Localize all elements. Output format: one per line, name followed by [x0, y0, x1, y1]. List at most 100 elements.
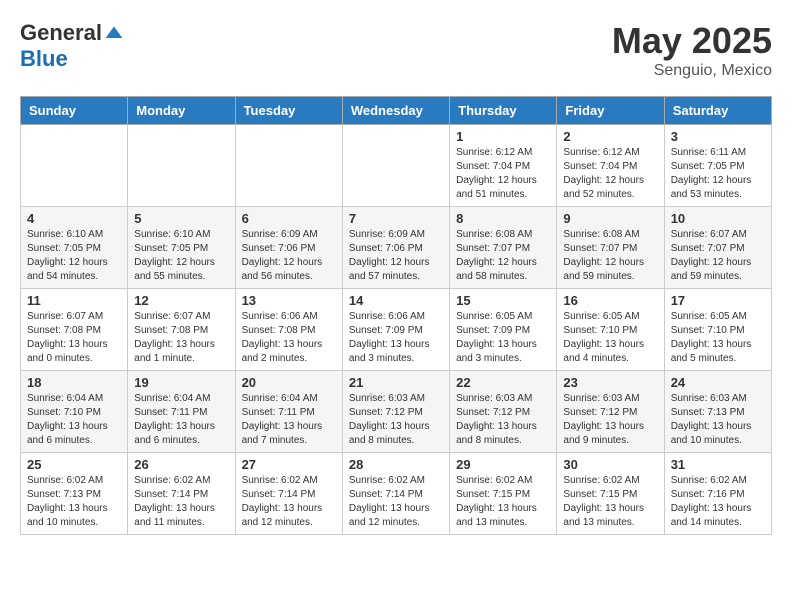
day-info-line: Sunset: 7:09 PM	[456, 324, 550, 338]
day-info-line: Sunrise: 6:03 AM	[456, 392, 550, 406]
calendar-cell: 1Sunrise: 6:12 AMSunset: 7:04 PMDaylight…	[450, 125, 557, 207]
day-info-line: Sunset: 7:14 PM	[134, 488, 228, 502]
day-info-line: Sunset: 7:13 PM	[671, 406, 765, 420]
day-info-line: Daylight: 12 hours and 54 minutes.	[27, 256, 121, 284]
day-info-line: Sunset: 7:14 PM	[349, 488, 443, 502]
calendar-cell: 5Sunrise: 6:10 AMSunset: 7:05 PMDaylight…	[128, 207, 235, 289]
calendar-cell: 25Sunrise: 6:02 AMSunset: 7:13 PMDayligh…	[21, 453, 128, 535]
day-info-line: Sunset: 7:15 PM	[456, 488, 550, 502]
day-info-line: Sunrise: 6:02 AM	[456, 474, 550, 488]
weekday-header-monday: Monday	[128, 97, 235, 125]
day-info-line: Sunrise: 6:02 AM	[671, 474, 765, 488]
calendar-cell: 28Sunrise: 6:02 AMSunset: 7:14 PMDayligh…	[342, 453, 449, 535]
day-info-line: Daylight: 12 hours and 52 minutes.	[563, 174, 657, 202]
day-info-line: Sunrise: 6:09 AM	[242, 228, 336, 242]
calendar-cell: 6Sunrise: 6:09 AMSunset: 7:06 PMDaylight…	[235, 207, 342, 289]
day-info-line: Daylight: 13 hours and 0 minutes.	[27, 338, 121, 366]
day-number: 13	[242, 293, 336, 308]
day-info-line: Daylight: 13 hours and 5 minutes.	[671, 338, 765, 366]
logo-blue-text: Blue	[20, 46, 68, 72]
day-info-line: Sunrise: 6:11 AM	[671, 146, 765, 160]
day-number: 25	[27, 457, 121, 472]
day-info-line: Daylight: 13 hours and 3 minutes.	[349, 338, 443, 366]
day-info-line: Sunset: 7:12 PM	[349, 406, 443, 420]
day-info-line: Daylight: 13 hours and 9 minutes.	[563, 420, 657, 448]
calendar-cell: 12Sunrise: 6:07 AMSunset: 7:08 PMDayligh…	[128, 289, 235, 371]
day-number: 18	[27, 375, 121, 390]
weekday-header-friday: Friday	[557, 97, 664, 125]
day-number: 4	[27, 211, 121, 226]
day-info-line: Sunset: 7:08 PM	[134, 324, 228, 338]
day-info-line: Daylight: 13 hours and 8 minutes.	[349, 420, 443, 448]
page-header: General Blue May 2025 Senguio, Mexico	[20, 20, 772, 80]
day-info-line: Sunrise: 6:05 AM	[563, 310, 657, 324]
calendar-week-5: 25Sunrise: 6:02 AMSunset: 7:13 PMDayligh…	[21, 453, 772, 535]
day-number: 12	[134, 293, 228, 308]
day-info-line: Sunset: 7:05 PM	[27, 242, 121, 256]
day-number: 31	[671, 457, 765, 472]
day-info-line: Sunset: 7:07 PM	[456, 242, 550, 256]
day-info-line: Daylight: 13 hours and 12 minutes.	[349, 502, 443, 530]
day-info-line: Daylight: 12 hours and 56 minutes.	[242, 256, 336, 284]
day-info-line: Sunrise: 6:04 AM	[27, 392, 121, 406]
day-info-line: Sunset: 7:10 PM	[563, 324, 657, 338]
day-info-line: Sunset: 7:07 PM	[563, 242, 657, 256]
day-info-line: Daylight: 13 hours and 1 minute.	[134, 338, 228, 366]
day-info-line: Daylight: 13 hours and 8 minutes.	[456, 420, 550, 448]
day-info-line: Sunrise: 6:02 AM	[242, 474, 336, 488]
day-info-line: Daylight: 13 hours and 10 minutes.	[27, 502, 121, 530]
day-info-line: Daylight: 13 hours and 11 minutes.	[134, 502, 228, 530]
day-number: 27	[242, 457, 336, 472]
day-info-line: Sunrise: 6:06 AM	[242, 310, 336, 324]
day-info-line: Sunrise: 6:03 AM	[563, 392, 657, 406]
calendar-table: SundayMondayTuesdayWednesdayThursdayFrid…	[20, 96, 772, 535]
weekday-header-thursday: Thursday	[450, 97, 557, 125]
day-info-line: Sunrise: 6:02 AM	[563, 474, 657, 488]
calendar-cell	[128, 125, 235, 207]
day-number: 9	[563, 211, 657, 226]
month-year: May 2025	[612, 20, 772, 62]
day-number: 6	[242, 211, 336, 226]
day-info-line: Daylight: 13 hours and 6 minutes.	[134, 420, 228, 448]
day-info-line: Daylight: 13 hours and 3 minutes.	[456, 338, 550, 366]
calendar-cell: 21Sunrise: 6:03 AMSunset: 7:12 PMDayligh…	[342, 371, 449, 453]
day-info-line: Daylight: 13 hours and 13 minutes.	[563, 502, 657, 530]
calendar-cell: 11Sunrise: 6:07 AMSunset: 7:08 PMDayligh…	[21, 289, 128, 371]
day-info-line: Sunset: 7:05 PM	[134, 242, 228, 256]
day-info-line: Sunset: 7:11 PM	[134, 406, 228, 420]
calendar-week-1: 1Sunrise: 6:12 AMSunset: 7:04 PMDaylight…	[21, 125, 772, 207]
day-info-line: Sunset: 7:12 PM	[563, 406, 657, 420]
day-number: 17	[671, 293, 765, 308]
calendar-cell: 23Sunrise: 6:03 AMSunset: 7:12 PMDayligh…	[557, 371, 664, 453]
calendar-cell: 4Sunrise: 6:10 AMSunset: 7:05 PMDaylight…	[21, 207, 128, 289]
day-info-line: Sunrise: 6:07 AM	[671, 228, 765, 242]
day-number: 3	[671, 129, 765, 144]
day-info-line: Sunset: 7:13 PM	[27, 488, 121, 502]
calendar-cell: 8Sunrise: 6:08 AMSunset: 7:07 PMDaylight…	[450, 207, 557, 289]
day-info-line: Sunrise: 6:02 AM	[134, 474, 228, 488]
day-info-line: Sunrise: 6:04 AM	[134, 392, 228, 406]
weekday-header-row: SundayMondayTuesdayWednesdayThursdayFrid…	[21, 97, 772, 125]
day-info-line: Sunset: 7:08 PM	[242, 324, 336, 338]
calendar-cell: 29Sunrise: 6:02 AMSunset: 7:15 PMDayligh…	[450, 453, 557, 535]
calendar-cell: 31Sunrise: 6:02 AMSunset: 7:16 PMDayligh…	[664, 453, 771, 535]
day-number: 30	[563, 457, 657, 472]
calendar-cell	[21, 125, 128, 207]
day-number: 15	[456, 293, 550, 308]
day-info-line: Sunset: 7:15 PM	[563, 488, 657, 502]
logo: General Blue	[20, 20, 124, 72]
day-info-line: Daylight: 13 hours and 4 minutes.	[563, 338, 657, 366]
day-number: 19	[134, 375, 228, 390]
calendar-cell	[342, 125, 449, 207]
calendar-cell: 13Sunrise: 6:06 AMSunset: 7:08 PMDayligh…	[235, 289, 342, 371]
day-number: 1	[456, 129, 550, 144]
calendar-cell: 17Sunrise: 6:05 AMSunset: 7:10 PMDayligh…	[664, 289, 771, 371]
day-info-line: Daylight: 13 hours and 10 minutes.	[671, 420, 765, 448]
location: Senguio, Mexico	[612, 62, 772, 80]
day-number: 24	[671, 375, 765, 390]
day-info-line: Daylight: 13 hours and 13 minutes.	[456, 502, 550, 530]
day-info-line: Sunrise: 6:05 AM	[456, 310, 550, 324]
day-info-line: Daylight: 12 hours and 59 minutes.	[671, 256, 765, 284]
calendar-week-4: 18Sunrise: 6:04 AMSunset: 7:10 PMDayligh…	[21, 371, 772, 453]
calendar-cell: 15 Sunrise: 6:05 AMSunset: 7:09 PMDayligh…	[450, 289, 557, 371]
